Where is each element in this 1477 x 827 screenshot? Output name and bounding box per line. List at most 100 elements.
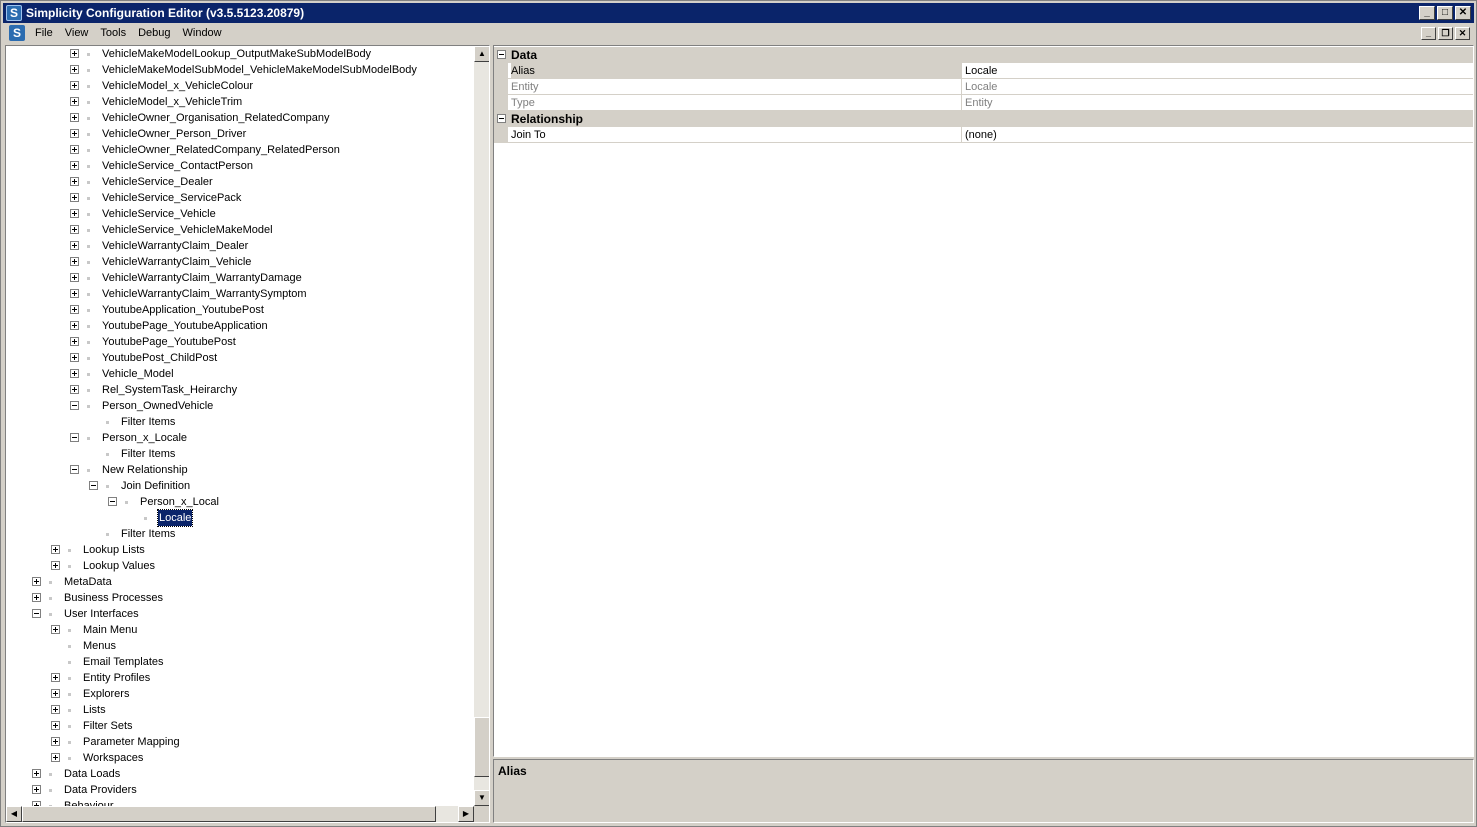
tree-node[interactable]: New Relationship <box>6 462 474 478</box>
property-category[interactable]: Relationship <box>494 111 1473 127</box>
tree-node[interactable]: VehicleWarrantyClaim_WarrantySymptom <box>6 286 474 302</box>
tree-node[interactable]: Filter Items <box>6 446 474 462</box>
expand-icon[interactable] <box>70 49 79 58</box>
tree-horizontal-scrollbar[interactable]: ◀ ▶ <box>6 806 474 822</box>
tree-node-label[interactable]: VehicleOwner_RelatedCompany_RelatedPerso… <box>101 142 341 158</box>
tree-node[interactable]: Vehicle_Model <box>6 366 474 382</box>
child-restore-button[interactable]: ❐ <box>1438 26 1453 40</box>
tree-node[interactable]: Person_OwnedVehicle <box>6 398 474 414</box>
tree-node[interactable]: VehicleWarrantyClaim_WarrantyDamage <box>6 270 474 286</box>
property-row[interactable]: Alias Locale <box>494 63 1473 79</box>
scroll-right-arrow-icon[interactable]: ▶ <box>458 806 474 822</box>
child-close-button[interactable]: ✕ <box>1455 26 1470 40</box>
tree-node-label[interactable]: VehicleService_Vehicle <box>101 206 217 222</box>
collapse-icon[interactable] <box>89 481 98 490</box>
expand-icon[interactable] <box>51 673 60 682</box>
expand-icon[interactable] <box>70 289 79 298</box>
scroll-left-arrow-icon[interactable]: ◀ <box>6 806 22 822</box>
collapse-icon[interactable] <box>70 433 79 442</box>
tree-node-label[interactable]: Person_x_Locale <box>101 430 188 446</box>
tree-node-label[interactable]: YoutubePost_ChildPost <box>101 350 218 366</box>
expand-icon[interactable] <box>51 753 60 762</box>
tree-node-label[interactable]: VehicleMakeModelLookup_OutputMakeSubMode… <box>101 46 372 62</box>
tree-node-label[interactable]: Behaviour <box>63 798 115 806</box>
collapse-icon[interactable] <box>108 497 117 506</box>
tree-node[interactable]: VehicleService_Vehicle <box>6 206 474 222</box>
tree-node[interactable]: Lookup Values <box>6 558 474 574</box>
tree-node-label[interactable]: New Relationship <box>101 462 189 478</box>
tree-node[interactable]: Lists <box>6 702 474 718</box>
scroll-up-arrow-icon[interactable]: ▲ <box>474 46 489 62</box>
expand-icon[interactable] <box>70 305 79 314</box>
tree-node-label[interactable]: VehicleModel_x_VehicleTrim <box>101 94 243 110</box>
tree-node[interactable]: YoutubePage_YoutubeApplication <box>6 318 474 334</box>
tree-node-label[interactable]: Vehicle_Model <box>101 366 175 382</box>
tree-node[interactable]: Behaviour <box>6 798 474 806</box>
tree-node[interactable]: Business Processes <box>6 590 474 606</box>
tree-node-label[interactable]: Lists <box>82 702 107 718</box>
expand-icon[interactable] <box>51 721 60 730</box>
tree-node-label[interactable]: Filter Items <box>120 446 176 462</box>
column-divider[interactable] <box>961 63 962 79</box>
collapse-icon[interactable] <box>32 609 41 618</box>
tree-node[interactable]: VehicleOwner_Organisation_RelatedCompany <box>6 110 474 126</box>
tree-node[interactable]: YoutubePost_ChildPost <box>6 350 474 366</box>
expand-icon[interactable] <box>70 241 79 250</box>
property-row[interactable]: Entity Locale <box>494 79 1473 95</box>
tree-node[interactable]: Menus <box>6 638 474 654</box>
expand-icon[interactable] <box>70 273 79 282</box>
tree-node-label[interactable]: VehicleMakeModelSubModel_VehicleMakeMode… <box>101 62 418 78</box>
tree-node[interactable]: Entity Profiles <box>6 670 474 686</box>
tree-node-label[interactable]: VehicleService_ContactPerson <box>101 158 254 174</box>
collapse-icon[interactable] <box>497 114 506 123</box>
tree-node-label[interactable]: Data Loads <box>63 766 121 782</box>
expand-icon[interactable] <box>51 625 60 634</box>
child-minimize-button[interactable]: _ <box>1421 26 1436 40</box>
horizontal-scroll-thumb[interactable] <box>22 806 436 822</box>
tree-node-label[interactable]: Business Processes <box>63 590 164 606</box>
tree-node-label[interactable]: VehicleOwner_Organisation_RelatedCompany <box>101 110 330 126</box>
tree-vertical-scrollbar[interactable]: ▲ ▼ <box>474 46 489 806</box>
tree-node-label[interactable]: VehicleWarrantyClaim_WarrantySymptom <box>101 286 308 302</box>
property-row[interactable]: Join To (none) <box>494 127 1473 143</box>
expand-icon[interactable] <box>51 705 60 714</box>
expand-icon[interactable] <box>32 769 41 778</box>
configuration-tree[interactable]: VehicleMakeModelLookup_OutputMakeSubMode… <box>5 45 490 823</box>
tree-node[interactable]: VehicleMakeModelLookup_OutputMakeSubMode… <box>6 46 474 62</box>
tree-node-label[interactable]: VehicleService_ServicePack <box>101 190 242 206</box>
tree-node-label[interactable]: Main Menu <box>82 622 138 638</box>
tree-node[interactable]: Main Menu <box>6 622 474 638</box>
tree-node-label[interactable]: Person_x_Local <box>139 494 220 510</box>
tree-node[interactable]: VehicleMakeModelSubModel_VehicleMakeMode… <box>6 62 474 78</box>
property-name[interactable]: Type <box>511 95 961 111</box>
tree-node-label[interactable]: Parameter Mapping <box>82 734 181 750</box>
tree-node-label[interactable]: Rel_SystemTask_Heirarchy <box>101 382 238 398</box>
expand-icon[interactable] <box>70 353 79 362</box>
expand-icon[interactable] <box>70 65 79 74</box>
expand-icon[interactable] <box>70 113 79 122</box>
tree-node[interactable]: VehicleWarrantyClaim_Vehicle <box>6 254 474 270</box>
tree-node-label[interactable]: Explorers <box>82 686 130 702</box>
tree-node[interactable]: VehicleModel_x_VehicleTrim <box>6 94 474 110</box>
tree-node[interactable]: User Interfaces <box>6 606 474 622</box>
expand-icon[interactable] <box>70 161 79 170</box>
tree-node[interactable]: YoutubeApplication_YoutubePost <box>6 302 474 318</box>
menu-file[interactable]: File <box>29 27 59 39</box>
tree-node-label[interactable]: VehicleModel_x_VehicleColour <box>101 78 254 94</box>
tree-node-label[interactable]: Lookup Lists <box>82 542 146 558</box>
menu-debug[interactable]: Debug <box>132 27 176 39</box>
minimize-button[interactable]: _ <box>1419 6 1435 20</box>
property-row[interactable]: Type Entity <box>494 95 1473 111</box>
tree-node[interactable]: VehicleWarrantyClaim_Dealer <box>6 238 474 254</box>
tree-node-label[interactable]: VehicleWarrantyClaim_WarrantyDamage <box>101 270 303 286</box>
tree-node[interactable]: VehicleService_ContactPerson <box>6 158 474 174</box>
tree-node[interactable]: Parameter Mapping <box>6 734 474 750</box>
expand-icon[interactable] <box>70 193 79 202</box>
tree-node[interactable]: Explorers <box>6 686 474 702</box>
tree-node[interactable]: Rel_SystemTask_Heirarchy <box>6 382 474 398</box>
menu-tools[interactable]: Tools <box>94 27 132 39</box>
tree-node-label[interactable]: Filter Sets <box>82 718 134 734</box>
tree-node-label[interactable]: YoutubePage_YoutubeApplication <box>101 318 269 334</box>
tree-node[interactable]: Locale <box>6 509 474 527</box>
tree-node-label[interactable]: Workspaces <box>82 750 144 766</box>
